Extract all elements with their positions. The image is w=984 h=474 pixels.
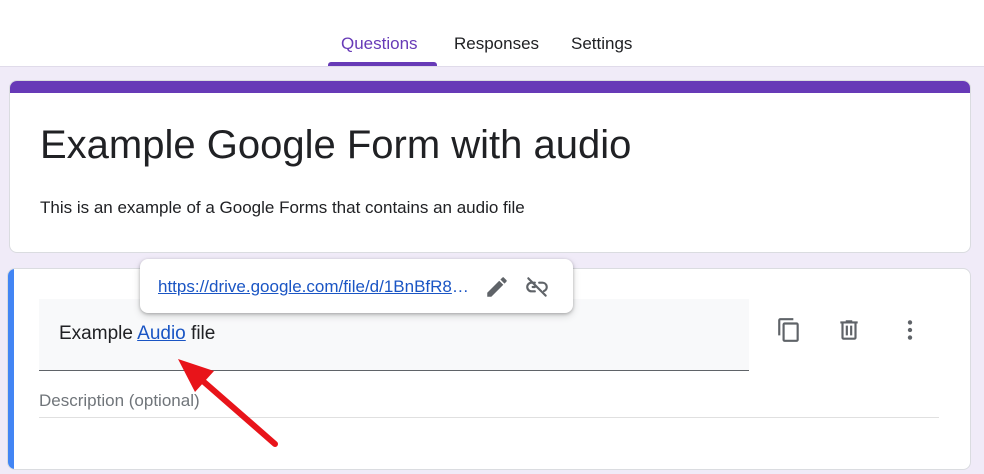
active-tab-indicator xyxy=(328,62,437,66)
pencil-icon[interactable] xyxy=(484,274,510,300)
audio-link[interactable]: Audio xyxy=(137,323,186,344)
form-description[interactable]: This is an example of a Google Forms tha… xyxy=(40,198,525,218)
tab-settings[interactable]: Settings xyxy=(571,34,632,54)
link-popup: https://drive.google.com/file/d/1BnBfR8i… xyxy=(140,259,573,313)
copy-icon[interactable] xyxy=(776,317,802,343)
question-title-text[interactable]: Example Audio file xyxy=(59,323,215,345)
tab-questions[interactable]: Questions xyxy=(341,34,418,54)
form-header-card[interactable]: Example Google Form with audio This is a… xyxy=(9,80,971,253)
unlink-icon[interactable] xyxy=(524,274,550,300)
link-url[interactable]: https://drive.google.com/file/d/1BnBfR8i… xyxy=(158,277,470,297)
description-placeholder: Description (optional) xyxy=(39,391,200,410)
top-tab-bar: Questions Responses Settings xyxy=(0,0,984,67)
tab-responses[interactable]: Responses xyxy=(454,34,539,54)
form-title[interactable]: Example Google Form with audio xyxy=(40,123,631,168)
question-title-prefix: Example xyxy=(59,323,138,344)
question-description-field[interactable]: Description (optional) xyxy=(39,387,939,418)
active-card-indicator xyxy=(8,269,14,469)
question-title-suffix: file xyxy=(185,323,216,344)
more-vert-icon[interactable] xyxy=(897,317,923,343)
trash-icon[interactable] xyxy=(836,317,862,343)
theme-color-band xyxy=(10,81,970,93)
